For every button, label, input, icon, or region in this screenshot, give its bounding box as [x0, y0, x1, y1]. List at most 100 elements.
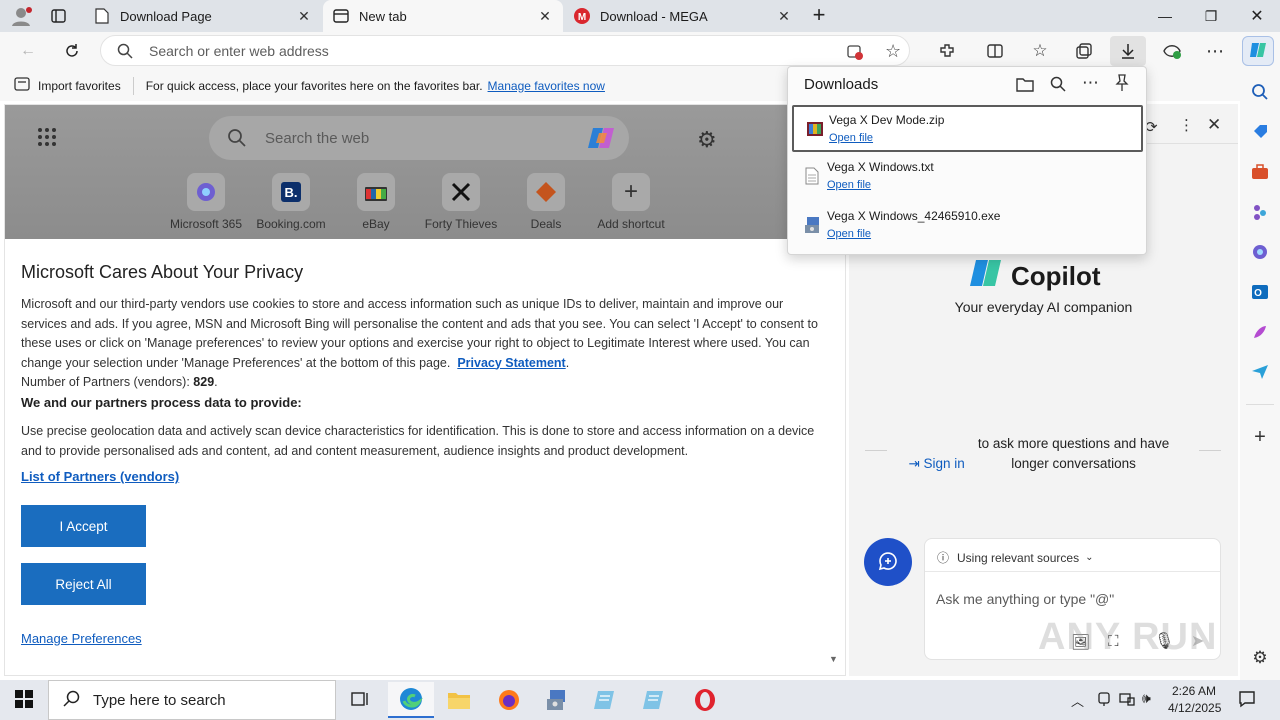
firefox-icon[interactable] [486, 682, 532, 718]
download-item[interactable]: Vega X Dev Mode.zip Open file [792, 105, 1143, 152]
file-explorer-icon[interactable] [436, 682, 482, 718]
tab-new-tab[interactable]: New tab ✕ [323, 0, 563, 32]
reject-all-button[interactable]: Reject All [21, 563, 146, 605]
favorites-button[interactable]: ☆ [1025, 37, 1055, 65]
split-screen-button[interactable] [980, 37, 1010, 65]
back-button[interactable]: ← [13, 37, 43, 65]
chat-input[interactable]: Ask me anything or type "@" [936, 591, 1114, 607]
ntp-search-box[interactable]: Search the web [209, 116, 629, 160]
page-icon [94, 8, 110, 24]
browser-essentials-button[interactable] [1157, 37, 1187, 65]
task-view-icon[interactable] [338, 682, 384, 718]
more-options-icon[interactable]: ⋯ [1082, 73, 1099, 93]
close-tab-icon[interactable]: ✕ [776, 8, 792, 25]
tab-label: Download Page [120, 8, 212, 24]
downloads-button[interactable] [1110, 36, 1146, 66]
tab-download-page[interactable]: Download Page ✕ [84, 0, 322, 32]
import-favorites-button[interactable]: Import favorites [14, 77, 121, 94]
tab-mega[interactable]: M Download - MEGA ✕ [564, 0, 802, 32]
forty-thieves-icon [442, 173, 480, 211]
address-bar[interactable]: Search or enter web address ☆ [100, 35, 910, 66]
ethernet-icon[interactable] [1119, 692, 1135, 709]
edge-taskbar-icon[interactable] [388, 682, 434, 718]
ntp-search-placeholder: Search the web [265, 129, 370, 147]
refresh-button[interactable] [57, 37, 87, 65]
designer-icon[interactable] [1248, 320, 1272, 344]
settings-more-button[interactable]: ⋯ [1200, 37, 1230, 65]
download-item[interactable]: Vega X Windows_42465910.exe Open file [792, 203, 1143, 250]
new-chat-button[interactable] [864, 538, 912, 586]
taskbar: Type here to search ︿ 🕪 2:26 AM 4/12/202… [0, 680, 1280, 720]
app-launcher-icon[interactable] [37, 127, 57, 150]
microsoft365-icon[interactable] [1248, 240, 1272, 264]
manage-preferences-link[interactable]: Manage Preferences [21, 631, 142, 646]
manage-favorites-link[interactable]: Manage favorites now [488, 79, 605, 93]
copilot-icon[interactable] [587, 125, 617, 154]
search-icon[interactable] [1248, 80, 1272, 104]
shortcut-booking[interactable]: B. Booking.com [248, 173, 334, 231]
notepad-icon[interactable] [583, 682, 629, 718]
open-folder-icon[interactable] [1016, 76, 1034, 95]
start-button[interactable] [0, 680, 48, 720]
search-icon [227, 128, 247, 151]
import-favorites-label: Import favorites [38, 78, 121, 93]
restore-button[interactable]: ❐ [1188, 0, 1234, 32]
shortcut-label: Microsoft 365 [169, 217, 243, 231]
import-icon [14, 77, 30, 94]
close-tab-icon[interactable]: ✕ [537, 8, 553, 25]
shortcut-forty-thieves[interactable]: Forty Thieves [418, 173, 504, 231]
network-status-icon[interactable] [1097, 691, 1111, 710]
tracking-blocked-icon[interactable] [846, 43, 864, 64]
download-file-name: Vega X Windows_42465910.exe [827, 209, 1001, 223]
list-of-partners-link[interactable]: List of Partners (vendors) [21, 469, 179, 484]
profile-icon[interactable] [10, 5, 34, 27]
sidebar-settings-icon[interactable]: ⚙ [1248, 646, 1272, 670]
copilot-button[interactable] [1242, 36, 1274, 66]
favorites-bar-message: For quick access, place your favorites h… [145, 78, 483, 93]
send-icon[interactable] [1248, 360, 1272, 384]
download-item[interactable]: Vega X Windows.txt Open file [792, 154, 1143, 201]
more-options-icon[interactable]: ⋮ [1179, 116, 1194, 134]
open-file-link[interactable]: Open file [829, 132, 873, 144]
collections-button[interactable] [1069, 37, 1099, 65]
minimize-button[interactable]: — [1142, 0, 1188, 32]
clock-date: 4/12/2025 [1168, 701, 1222, 715]
taskbar-clock[interactable]: 2:26 AM 4/12/2025 [1168, 683, 1222, 717]
shortcut-microsoft365[interactable]: Microsoft 365 [163, 173, 249, 231]
close-window-button[interactable]: ✕ [1234, 0, 1280, 32]
notifications-icon[interactable] [1238, 690, 1256, 711]
privacy-statement-link[interactable]: Privacy Statement [457, 356, 565, 370]
page-content: Search the web ⚙ Microsoft 365 B. Bookin… [4, 104, 846, 676]
pin-icon[interactable] [1114, 74, 1130, 95]
open-file-link[interactable]: Open file [827, 179, 871, 191]
notepad-icon[interactable] [632, 682, 678, 718]
open-file-link[interactable]: Open file [827, 228, 871, 240]
outlook-icon[interactable]: O [1248, 280, 1272, 304]
add-sidebar-app-icon[interactable]: + [1248, 425, 1272, 449]
accept-button[interactable]: I Accept [21, 505, 146, 547]
search-icon[interactable] [1050, 76, 1066, 95]
shopping-icon[interactable] [1248, 120, 1272, 144]
shortcut-deals[interactable]: Deals [503, 173, 589, 231]
tab-actions-icon[interactable] [50, 8, 68, 24]
sources-dropdown[interactable]: ⓘ Using relevant sources ⌄ [937, 549, 1093, 566]
close-tab-icon[interactable]: ✕ [296, 8, 312, 25]
address-placeholder: Search or enter web address [149, 42, 329, 59]
tools-icon[interactable] [1248, 160, 1272, 184]
extensions-button[interactable] [932, 37, 962, 65]
plus-icon: + [612, 173, 650, 211]
new-tab-button[interactable]: + [808, 4, 830, 28]
show-hidden-icons-icon[interactable]: ︿ [1071, 691, 1084, 710]
favorite-star-icon[interactable]: ☆ [885, 41, 901, 62]
signin-link[interactable]: Sign in [924, 456, 965, 471]
opera-icon[interactable] [682, 682, 728, 718]
volume-icon[interactable]: 🕪 [1142, 690, 1151, 707]
close-pane-icon[interactable]: ✕ [1207, 115, 1221, 135]
scroll-down-arrow-icon[interactable]: ▼ [829, 654, 838, 664]
games-icon[interactable] [1248, 200, 1272, 224]
shortcut-add[interactable]: + Add shortcut [588, 173, 674, 231]
installer-taskbar-icon[interactable] [534, 682, 580, 718]
shortcut-ebay[interactable]: eBay [333, 173, 419, 231]
page-settings-icon[interactable]: ⚙ [697, 127, 717, 153]
taskbar-search[interactable]: Type here to search [48, 680, 336, 720]
